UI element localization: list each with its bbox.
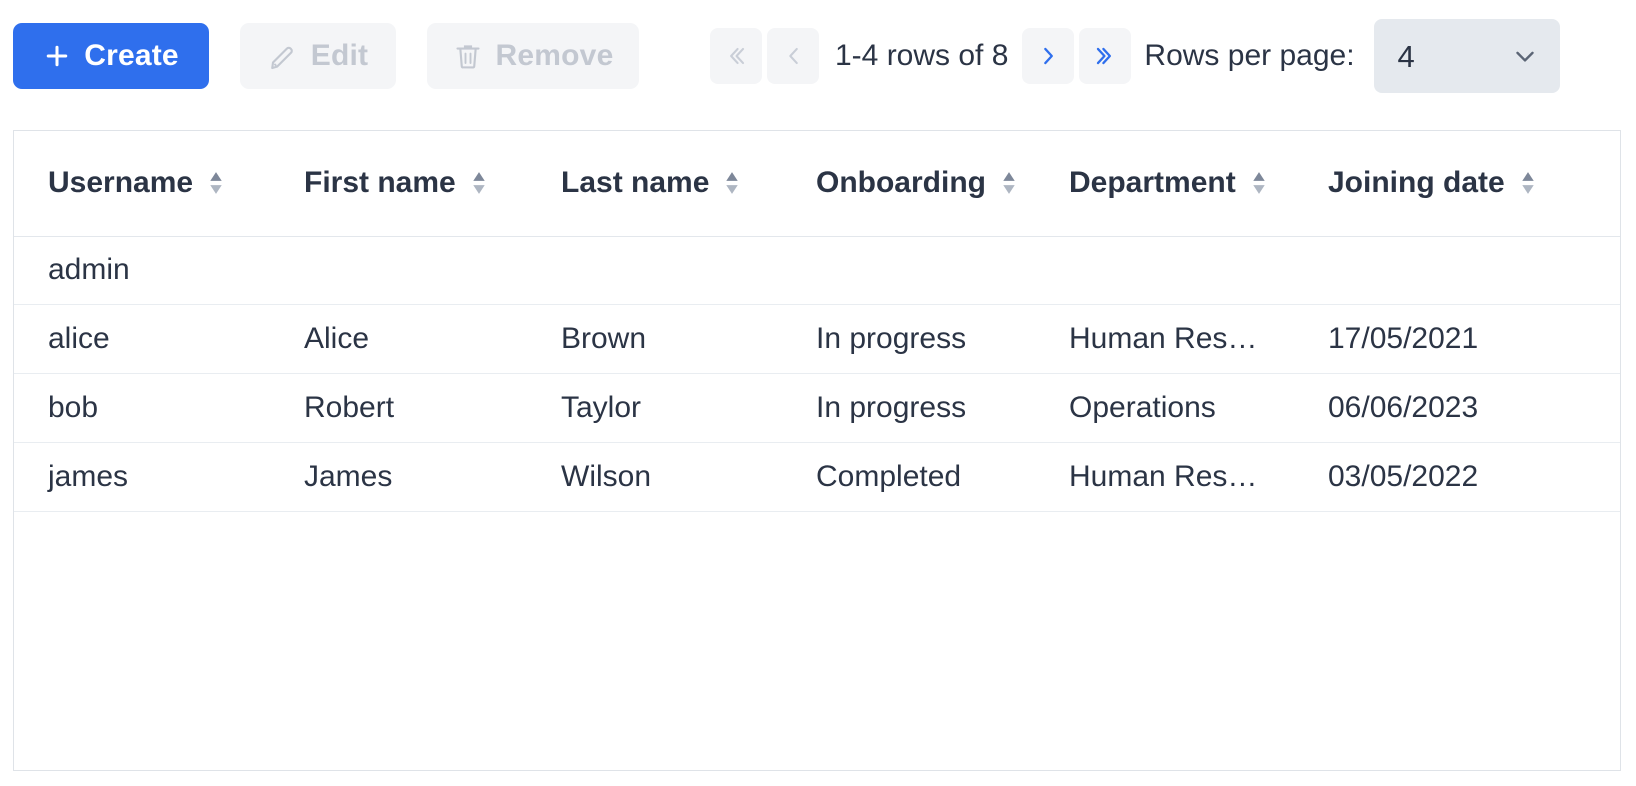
table-header: Username First name <box>14 131 1620 236</box>
rows-per-page-value: 4 <box>1398 41 1415 72</box>
cell-first-name: Robert <box>270 373 527 442</box>
chevron-right-icon <box>1035 43 1061 69</box>
rows-per-page-select[interactable]: 4 <box>1374 19 1560 93</box>
remove-button[interactable]: Remove <box>427 23 639 89</box>
chevron-down-icon <box>1510 41 1540 71</box>
sort-arrows-icon[interactable] <box>469 170 489 196</box>
edit-button[interactable]: Edit <box>240 23 396 89</box>
cell-last-name: Taylor <box>527 373 782 442</box>
sort-arrows-icon[interactable] <box>999 170 1019 196</box>
row-range-text: 1-4 rows of 8 <box>824 41 1022 71</box>
column-header-username[interactable]: Username <box>14 131 270 236</box>
pagination: 1-4 rows of 8 Rows per page: 4 <box>710 23 1560 89</box>
cell-department: Human Res… <box>1035 304 1294 373</box>
sort-arrows-icon[interactable] <box>1249 170 1269 196</box>
users-table-container: Username First name <box>13 130 1621 771</box>
cell-joining-date <box>1294 236 1620 304</box>
users-table: Username First name <box>14 131 1620 512</box>
double-chevron-left-icon <box>723 43 749 69</box>
cell-first-name: Alice <box>270 304 527 373</box>
table-row[interactable]: admin <box>14 236 1620 304</box>
table-row[interactable]: james James Wilson Completed Human Res… … <box>14 442 1620 511</box>
column-header-first-name[interactable]: First name <box>270 131 527 236</box>
column-header-label: First name <box>304 166 456 200</box>
previous-page-button[interactable] <box>767 28 819 84</box>
rows-per-page-label: Rows per page: <box>1144 41 1354 71</box>
cell-last-name: Wilson <box>527 442 782 511</box>
cell-first-name: James <box>270 442 527 511</box>
column-header-label: Last name <box>561 166 709 200</box>
cell-department: Human Res… <box>1035 442 1294 511</box>
cell-username: bob <box>14 373 270 442</box>
cell-onboarding <box>782 236 1035 304</box>
cell-joining-date: 06/06/2023 <box>1294 373 1620 442</box>
sort-arrows-icon[interactable] <box>206 170 226 196</box>
cell-last-name <box>527 236 782 304</box>
toolbar: Create Edit Remove <box>0 0 1636 111</box>
column-header-label: Joining date <box>1328 166 1505 200</box>
first-page-button[interactable] <box>710 28 762 84</box>
remove-button-label: Remove <box>496 39 614 73</box>
column-header-department[interactable]: Department <box>1035 131 1294 236</box>
cell-joining-date: 17/05/2021 <box>1294 304 1620 373</box>
plus-icon <box>43 42 71 70</box>
table-row[interactable]: alice Alice Brown In progress Human Res…… <box>14 304 1620 373</box>
next-page-button[interactable] <box>1022 28 1074 84</box>
column-header-onboarding[interactable]: Onboarding <box>782 131 1035 236</box>
column-header-joining-date[interactable]: Joining date <box>1294 131 1620 236</box>
cell-joining-date: 03/05/2022 <box>1294 442 1620 511</box>
column-header-label: Department <box>1069 166 1236 200</box>
cell-department: Operations <box>1035 373 1294 442</box>
column-header-label: Username <box>48 166 193 200</box>
cell-onboarding: In progress <box>782 304 1035 373</box>
cell-first-name <box>270 236 527 304</box>
create-button[interactable]: Create <box>13 23 209 89</box>
column-header-label: Onboarding <box>816 166 986 200</box>
edit-button-label: Edit <box>311 39 368 73</box>
table-header-row: Username First name <box>14 131 1620 236</box>
pencil-icon <box>268 41 298 71</box>
column-header-last-name[interactable]: Last name <box>527 131 782 236</box>
cell-username: alice <box>14 304 270 373</box>
cell-department <box>1035 236 1294 304</box>
sort-arrows-icon[interactable] <box>722 170 742 196</box>
cell-last-name: Brown <box>527 304 782 373</box>
table-row[interactable]: bob Robert Taylor In progress Operations… <box>14 373 1620 442</box>
cell-username: admin <box>14 236 270 304</box>
sort-arrows-icon[interactable] <box>1518 170 1538 196</box>
cell-username: james <box>14 442 270 511</box>
chevron-left-icon <box>780 43 806 69</box>
last-page-button[interactable] <box>1079 28 1131 84</box>
create-button-label: Create <box>84 39 179 73</box>
trash-icon <box>453 41 483 71</box>
cell-onboarding: Completed <box>782 442 1035 511</box>
cell-onboarding: In progress <box>782 373 1035 442</box>
table-body: admin alice Alice Brown In progress Huma… <box>14 236 1620 511</box>
double-chevron-right-icon <box>1092 43 1118 69</box>
